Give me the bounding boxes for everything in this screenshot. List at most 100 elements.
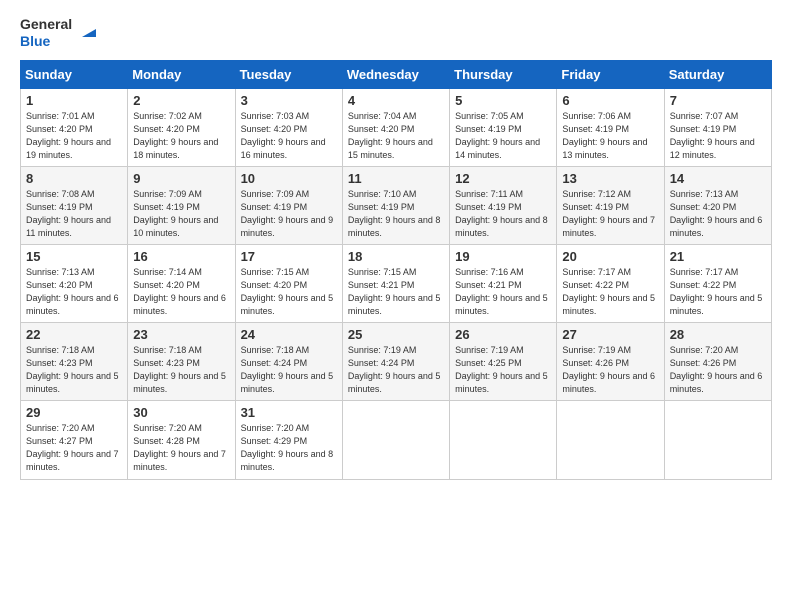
day-cell-18: 18 Sunrise: 7:15 AMSunset: 4:21 PMDayligh…	[342, 244, 449, 322]
empty-cell	[342, 401, 449, 479]
day-info: Sunrise: 7:01 AMSunset: 4:20 PMDaylight:…	[26, 110, 122, 162]
day-cell-30: 30 Sunrise: 7:20 AMSunset: 4:28 PMDayligh…	[128, 401, 235, 479]
empty-cell	[557, 401, 664, 479]
day-info: Sunrise: 7:20 AMSunset: 4:29 PMDaylight:…	[241, 422, 337, 474]
day-cell-4: 4 Sunrise: 7:04 AMSunset: 4:20 PMDaylight…	[342, 88, 449, 166]
col-header-saturday: Saturday	[664, 60, 771, 88]
day-number: 11	[348, 171, 444, 186]
day-number: 20	[562, 249, 658, 264]
col-header-sunday: Sunday	[21, 60, 128, 88]
day-number: 8	[26, 171, 122, 186]
day-info: Sunrise: 7:11 AMSunset: 4:19 PMDaylight:…	[455, 188, 551, 240]
day-info: Sunrise: 7:06 AMSunset: 4:19 PMDaylight:…	[562, 110, 658, 162]
day-number: 18	[348, 249, 444, 264]
day-cell-8: 8 Sunrise: 7:08 AMSunset: 4:19 PMDaylight…	[21, 166, 128, 244]
week-row-1: 8 Sunrise: 7:08 AMSunset: 4:19 PMDaylight…	[21, 166, 772, 244]
day-cell-25: 25 Sunrise: 7:19 AMSunset: 4:24 PMDayligh…	[342, 323, 449, 401]
day-info: Sunrise: 7:17 AMSunset: 4:22 PMDaylight:…	[670, 266, 766, 318]
day-info: Sunrise: 7:15 AMSunset: 4:21 PMDaylight:…	[348, 266, 444, 318]
day-info: Sunrise: 7:20 AMSunset: 4:27 PMDaylight:…	[26, 422, 122, 474]
day-cell-5: 5 Sunrise: 7:05 AMSunset: 4:19 PMDaylight…	[450, 88, 557, 166]
day-cell-3: 3 Sunrise: 7:03 AMSunset: 4:20 PMDaylight…	[235, 88, 342, 166]
day-cell-23: 23Sunrise: 7:18 AMSunset: 4:23 PMDayligh…	[128, 323, 235, 401]
day-number: 17	[241, 249, 337, 264]
day-info: Sunrise: 7:05 AMSunset: 4:19 PMDaylight:…	[455, 110, 551, 162]
day-number: 13	[562, 171, 658, 186]
day-info: Sunrise: 7:10 AMSunset: 4:19 PMDaylight:…	[348, 188, 444, 240]
day-number: 5	[455, 93, 551, 108]
logo-general-text: General	[20, 16, 72, 33]
day-info: Sunrise: 7:12 AMSunset: 4:19 PMDaylight:…	[562, 188, 658, 240]
day-number: 21	[670, 249, 766, 264]
day-number: 31	[241, 405, 337, 420]
col-header-tuesday: Tuesday	[235, 60, 342, 88]
col-header-friday: Friday	[557, 60, 664, 88]
day-number: 19	[455, 249, 551, 264]
day-number: 28	[670, 327, 766, 342]
col-header-monday: Monday	[128, 60, 235, 88]
day-info: Sunrise: 7:18 AMSunset: 4:23 PMDaylight:…	[26, 344, 122, 396]
day-info: Sunrise: 7:19 AMSunset: 4:25 PMDaylight:…	[455, 344, 551, 396]
header: General Blue	[20, 16, 772, 50]
day-info: Sunrise: 7:15 AMSunset: 4:20 PMDaylight:…	[241, 266, 337, 318]
day-info: Sunrise: 7:03 AMSunset: 4:20 PMDaylight:…	[241, 110, 337, 162]
day-cell-26: 26Sunrise: 7:19 AMSunset: 4:25 PMDayligh…	[450, 323, 557, 401]
day-cell-17: 17 Sunrise: 7:15 AMSunset: 4:20 PMDayligh…	[235, 244, 342, 322]
day-cell-10: 10 Sunrise: 7:09 AMSunset: 4:19 PMDayligh…	[235, 166, 342, 244]
calendar-body: 1 Sunrise: 7:01 AMSunset: 4:20 PMDaylight…	[21, 88, 772, 479]
week-row-2: 15 Sunrise: 7:13 AMSunset: 4:20 PMDayligh…	[21, 244, 772, 322]
day-cell-22: 22Sunrise: 7:18 AMSunset: 4:23 PMDayligh…	[21, 323, 128, 401]
day-number: 1	[26, 93, 122, 108]
week-row-3: 22Sunrise: 7:18 AMSunset: 4:23 PMDayligh…	[21, 323, 772, 401]
day-number: 3	[241, 93, 337, 108]
empty-cell	[450, 401, 557, 479]
day-cell-12: 12 Sunrise: 7:11 AMSunset: 4:19 PMDayligh…	[450, 166, 557, 244]
day-cell-6: 6 Sunrise: 7:06 AMSunset: 4:19 PMDaylight…	[557, 88, 664, 166]
day-info: Sunrise: 7:19 AMSunset: 4:26 PMDaylight:…	[562, 344, 658, 396]
day-cell-7: 7 Sunrise: 7:07 AMSunset: 4:19 PMDaylight…	[664, 88, 771, 166]
day-number: 7	[670, 93, 766, 108]
week-row-4: 29 Sunrise: 7:20 AMSunset: 4:27 PMDayligh…	[21, 401, 772, 479]
day-cell-2: 2 Sunrise: 7:02 AMSunset: 4:20 PMDaylight…	[128, 88, 235, 166]
day-info: Sunrise: 7:17 AMSunset: 4:22 PMDaylight:…	[562, 266, 658, 318]
day-number: 12	[455, 171, 551, 186]
day-cell-1: 1 Sunrise: 7:01 AMSunset: 4:20 PMDaylight…	[21, 88, 128, 166]
day-number: 9	[133, 171, 229, 186]
day-info: Sunrise: 7:07 AMSunset: 4:19 PMDaylight:…	[670, 110, 766, 162]
day-number: 2	[133, 93, 229, 108]
day-cell-9: 9Sunrise: 7:09 AMSunset: 4:19 PMDaylight…	[128, 166, 235, 244]
calendar-header-row: SundayMondayTuesdayWednesdayThursdayFrid…	[21, 60, 772, 88]
col-header-wednesday: Wednesday	[342, 60, 449, 88]
day-number: 14	[670, 171, 766, 186]
day-info: Sunrise: 7:18 AMSunset: 4:24 PMDaylight:…	[241, 344, 337, 396]
day-cell-15: 15 Sunrise: 7:13 AMSunset: 4:20 PMDayligh…	[21, 244, 128, 322]
day-number: 15	[26, 249, 122, 264]
day-number: 10	[241, 171, 337, 186]
day-number: 29	[26, 405, 122, 420]
day-info: Sunrise: 7:09 AMSunset: 4:19 PMDaylight:…	[241, 188, 337, 240]
week-row-0: 1 Sunrise: 7:01 AMSunset: 4:20 PMDaylight…	[21, 88, 772, 166]
day-number: 6	[562, 93, 658, 108]
day-cell-20: 20 Sunrise: 7:17 AMSunset: 4:22 PMDayligh…	[557, 244, 664, 322]
day-cell-27: 27 Sunrise: 7:19 AMSunset: 4:26 PMDayligh…	[557, 323, 664, 401]
day-info: Sunrise: 7:04 AMSunset: 4:20 PMDaylight:…	[348, 110, 444, 162]
day-cell-13: 13 Sunrise: 7:12 AMSunset: 4:19 PMDayligh…	[557, 166, 664, 244]
day-info: Sunrise: 7:16 AMSunset: 4:21 PMDaylight:…	[455, 266, 551, 318]
day-number: 25	[348, 327, 444, 342]
col-header-thursday: Thursday	[450, 60, 557, 88]
day-info: Sunrise: 7:19 AMSunset: 4:24 PMDaylight:…	[348, 344, 444, 396]
day-cell-19: 19 Sunrise: 7:16 AMSunset: 4:21 PMDayligh…	[450, 244, 557, 322]
empty-cell	[664, 401, 771, 479]
day-info: Sunrise: 7:13 AMSunset: 4:20 PMDaylight:…	[670, 188, 766, 240]
day-info: Sunrise: 7:20 AMSunset: 4:28 PMDaylight:…	[133, 422, 229, 474]
day-info: Sunrise: 7:08 AMSunset: 4:19 PMDaylight:…	[26, 188, 122, 240]
day-number: 4	[348, 93, 444, 108]
day-number: 30	[133, 405, 229, 420]
day-cell-29: 29 Sunrise: 7:20 AMSunset: 4:27 PMDayligh…	[21, 401, 128, 479]
day-cell-16: 16Sunrise: 7:14 AMSunset: 4:20 PMDayligh…	[128, 244, 235, 322]
day-number: 27	[562, 327, 658, 342]
day-cell-31: 31 Sunrise: 7:20 AMSunset: 4:29 PMDayligh…	[235, 401, 342, 479]
day-info: Sunrise: 7:13 AMSunset: 4:20 PMDaylight:…	[26, 266, 122, 318]
day-cell-28: 28Sunrise: 7:20 AMSunset: 4:26 PMDayligh…	[664, 323, 771, 401]
day-info: Sunrise: 7:02 AMSunset: 4:20 PMDaylight:…	[133, 110, 229, 162]
